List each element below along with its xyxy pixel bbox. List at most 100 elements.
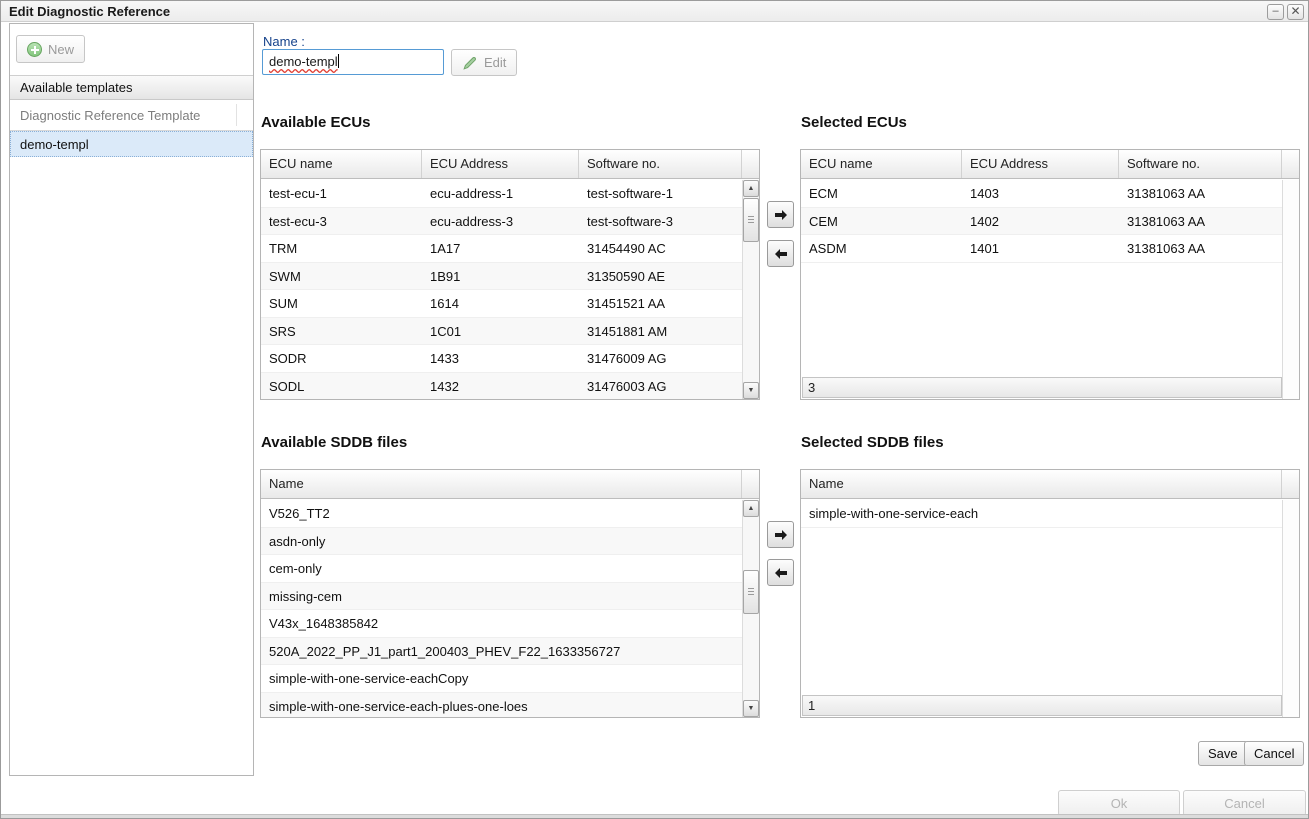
column-header[interactable]: ECU name	[801, 150, 962, 178]
table-cell: ecu-address-3	[422, 208, 579, 235]
edit-button-label: Edit	[484, 55, 506, 70]
header-spacer	[742, 150, 759, 178]
edit-button[interactable]: Edit	[451, 49, 517, 76]
scroll-down-button[interactable]: ▼	[743, 382, 759, 399]
column-header[interactable]: ECU Address	[962, 150, 1119, 178]
minimize-button[interactable]: –	[1267, 4, 1284, 20]
template-column-header[interactable]: Diagnostic Reference Template	[10, 100, 253, 131]
table-cell: 1432	[422, 373, 579, 400]
table-row[interactable]: 520A_2022_PP_J1_part1_200403_PHEV_F22_16…	[261, 638, 742, 666]
table-row[interactable]: TRM1A1731454490 AC	[261, 235, 742, 263]
window-title: Edit Diagnostic Reference	[9, 1, 170, 22]
scroll-thumb[interactable]	[743, 198, 759, 242]
table-row[interactable]: SRS1C0131451881 AM	[261, 318, 742, 346]
table-cell: V526_TT2	[261, 500, 742, 527]
table-cell: 1A17	[422, 235, 579, 262]
table-cell: asdn-only	[261, 528, 742, 555]
move-ecu-left-button[interactable]	[767, 240, 794, 267]
header-spacer	[1282, 470, 1299, 498]
selected-ecus-title: Selected ECUs	[801, 114, 907, 131]
column-divider	[236, 104, 237, 126]
table-cell: 31451521 AA	[579, 290, 742, 317]
selected-sddb-table: Name simple-with-one-service-each 1	[800, 469, 1300, 718]
arrow-right-icon	[773, 207, 789, 223]
name-input[interactable]: demo-templ	[262, 49, 444, 75]
table-row[interactable]: SODL143231476003 AG	[261, 373, 742, 400]
cancel-button[interactable]: Cancel	[1244, 741, 1304, 766]
table-row[interactable]: cem-only	[261, 555, 742, 583]
table-row[interactable]: ECM140331381063 AA	[801, 180, 1282, 208]
table-cell: ASDM	[801, 235, 962, 262]
title-bar: Edit Diagnostic Reference – ✕	[1, 1, 1308, 22]
table-cell: 31454490 AC	[579, 235, 742, 262]
table-row[interactable]: CEM140231381063 AA	[801, 208, 1282, 236]
table-cell: 1B91	[422, 263, 579, 290]
scroll-up-button[interactable]: ▲	[743, 500, 759, 517]
vertical-scrollbar[interactable]	[1282, 180, 1299, 399]
table-cell: SODR	[261, 345, 422, 372]
scroll-up-button[interactable]: ▲	[743, 180, 759, 197]
column-header[interactable]: Software no.	[579, 150, 742, 178]
table-row[interactable]: test-ecu-1ecu-address-1test-software-1	[261, 180, 742, 208]
table-cell: 31476009 AG	[579, 345, 742, 372]
header-spacer	[742, 470, 759, 498]
table-cell: 520A_2022_PP_J1_part1_200403_PHEV_F22_16…	[261, 638, 742, 665]
table-cell: 1433	[422, 345, 579, 372]
table-cell: test-ecu-1	[261, 180, 422, 207]
table-cell: SODL	[261, 373, 422, 400]
table-row[interactable]: simple-with-one-service-each	[801, 500, 1282, 528]
column-header[interactable]: ECU Address	[422, 150, 579, 178]
available-sddb-body: V526_TT2asdn-onlycem-onlymissing-cemV43x…	[261, 500, 742, 717]
column-header[interactable]: Name	[261, 470, 742, 498]
vertical-scrollbar[interactable]	[1282, 500, 1299, 717]
new-template-button[interactable]: New	[16, 35, 85, 63]
table-cell: SWM	[261, 263, 422, 290]
selected-ecus-body: ECM140331381063 AACEM140231381063 AAASDM…	[801, 180, 1282, 377]
selected-sddb-title: Selected SDDB files	[801, 434, 944, 451]
table-row[interactable]: SUM161431451521 AA	[261, 290, 742, 318]
selected-sddb-count: 1	[802, 695, 1282, 716]
table-cell: CEM	[801, 208, 962, 235]
move-ecu-right-button[interactable]	[767, 201, 794, 228]
template-list-item-selected[interactable]: demo-templ	[10, 131, 253, 157]
table-row[interactable]: SWM1B9131350590 AE	[261, 263, 742, 291]
save-button[interactable]: Save	[1198, 741, 1248, 766]
table-row[interactable]: simple-with-one-service-each-plues-one-l…	[261, 693, 742, 718]
table-header-row: ECU nameECU AddressSoftware no.	[801, 150, 1299, 179]
move-sddb-left-button[interactable]	[767, 559, 794, 586]
table-cell: missing-cem	[261, 583, 742, 610]
close-button[interactable]: ✕	[1287, 4, 1304, 20]
table-row[interactable]: test-ecu-3ecu-address-3test-software-3	[261, 208, 742, 236]
arrow-right-icon	[773, 527, 789, 543]
table-cell: 31381063 AA	[1119, 180, 1282, 207]
selected-ecus-count: 3	[802, 377, 1282, 398]
table-row[interactable]: asdn-only	[261, 528, 742, 556]
scroll-down-button[interactable]: ▼	[743, 700, 759, 717]
table-row[interactable]: missing-cem	[261, 583, 742, 611]
window-bottom-edge	[1, 814, 1308, 818]
table-row[interactable]: V43x_1648385842	[261, 610, 742, 638]
column-header[interactable]: Name	[801, 470, 1282, 498]
table-row[interactable]: SODR143331476009 AG	[261, 345, 742, 373]
column-header[interactable]: ECU name	[261, 150, 422, 178]
move-sddb-right-button[interactable]	[767, 521, 794, 548]
arrow-left-icon	[773, 565, 789, 581]
new-button-label: New	[48, 42, 74, 57]
cancel-bottom-button[interactable]: Cancel	[1183, 790, 1306, 816]
table-row[interactable]: ASDM140131381063 AA	[801, 235, 1282, 263]
table-row[interactable]: simple-with-one-service-eachCopy	[261, 665, 742, 693]
pencil-icon	[462, 55, 478, 71]
column-header[interactable]: Software no.	[1119, 150, 1282, 178]
table-cell: test-software-3	[579, 208, 742, 235]
name-input-value: demo-templ	[269, 54, 338, 69]
table-row[interactable]: V526_TT2	[261, 500, 742, 528]
ok-button[interactable]: Ok	[1058, 790, 1180, 816]
table-cell: 1402	[962, 208, 1119, 235]
scroll-thumb[interactable]	[743, 570, 759, 614]
vertical-scrollbar[interactable]: ▲ ▼	[742, 500, 759, 717]
table-cell: test-software-1	[579, 180, 742, 207]
table-header-row: Name	[261, 470, 759, 499]
vertical-scrollbar[interactable]: ▲ ▼	[742, 180, 759, 399]
available-sddb-title: Available SDDB files	[261, 434, 407, 451]
table-cell: test-ecu-3	[261, 208, 422, 235]
